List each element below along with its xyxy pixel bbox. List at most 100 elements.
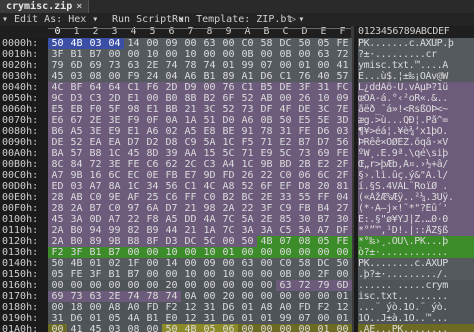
hex-byte-cell[interactable]: A8	[219, 181, 238, 192]
hex-byte-cell[interactable]: 64	[86, 82, 105, 93]
ascii-cell[interactable]: åëð_˜á»!<RsßOÞ<~	[358, 104, 474, 115]
hex-byte-cell[interactable]: A5	[162, 214, 181, 225]
hex-byte-cell[interactable]: BD	[276, 159, 295, 170]
hex-byte-cell[interactable]: 10	[143, 49, 162, 60]
tab-crymisc-zip[interactable]: crymisc.zip ×	[0, 0, 90, 13]
hex-byte-cell[interactable]: 10	[181, 269, 200, 280]
hex-byte-cell[interactable]: BA	[48, 148, 67, 159]
hex-byte-cell[interactable]: 01	[219, 247, 238, 258]
hex-byte-cell[interactable]: 62	[162, 159, 181, 170]
hex-byte-cell[interactable]: 00	[143, 93, 162, 104]
hex-byte-cell[interactable]: 9D	[200, 170, 219, 181]
hex-byte-cell[interactable]: 00	[143, 280, 162, 291]
hex-byte-cell[interactable]: 05	[105, 313, 124, 324]
hex-byte-cell[interactable]: 63	[238, 258, 257, 269]
hex-byte-cell[interactable]: 3F	[48, 49, 67, 60]
hex-byte-cell[interactable]: C1	[276, 71, 295, 82]
hex-byte-cell[interactable]: A7	[48, 170, 67, 181]
hex-byte-cell[interactable]: B1	[105, 269, 124, 280]
hex-byte-cell[interactable]: 6D	[333, 280, 352, 291]
hex-byte-cell[interactable]: B2	[219, 192, 238, 203]
hex-byte-cell[interactable]: 58	[257, 38, 276, 49]
hex-byte-cell[interactable]: 09	[333, 93, 352, 104]
hex-byte-cell[interactable]: 30	[295, 214, 314, 225]
hex-byte-cell[interactable]: C6	[143, 159, 162, 170]
ascii-cell[interactable]: .þ?±·........./.	[358, 269, 474, 280]
ascii-cell[interactable]: §›.lì.ûç.ý&"À.l/	[358, 170, 474, 181]
hex-byte-cell[interactable]: 00	[219, 280, 238, 291]
hex-byte-cell[interactable]: 00	[219, 38, 238, 49]
hex-byte-cell[interactable]: A5	[181, 126, 200, 137]
hex-byte-cell[interactable]: 01	[86, 258, 105, 269]
hex-byte-cell[interactable]: 63	[124, 60, 143, 71]
hex-byte-cell[interactable]: 94	[86, 225, 105, 236]
hex-byte-cell[interactable]: 98	[124, 104, 143, 115]
hex-byte-cell[interactable]: 00	[333, 247, 352, 258]
hex-byte-cell[interactable]: 3F	[67, 247, 86, 258]
hex-byte-cell[interactable]: B6	[48, 126, 67, 137]
hex-byte-cell[interactable]: E5	[48, 104, 67, 115]
hex-byte-cell[interactable]: BC	[238, 192, 257, 203]
hex-byte-cell[interactable]: 00	[276, 324, 295, 332]
hex-byte-cell[interactable]: 4A	[200, 214, 219, 225]
ascii-cell[interactable]: œÓÃ-á.°‹²oR«.&..	[358, 93, 474, 104]
hex-byte-cell[interactable]: 00	[276, 60, 295, 71]
hex-byte-cell[interactable]: 00	[181, 38, 200, 49]
hex-byte-cell[interactable]: 1C	[219, 137, 238, 148]
hex-byte-cell[interactable]: 45	[124, 148, 143, 159]
hex-byte-cell[interactable]: 50	[295, 38, 314, 49]
hex-byte-cell[interactable]: 0B	[276, 49, 295, 60]
hex-byte-cell[interactable]: E7	[181, 170, 200, 181]
hex-byte-cell[interactable]: 05	[48, 269, 67, 280]
hex-byte-cell[interactable]: 0A	[181, 291, 200, 302]
hex-byte-cell[interactable]: 78	[181, 60, 200, 71]
hex-byte-cell[interactable]: 78	[143, 291, 162, 302]
hex-byte-cell[interactable]: 28	[48, 192, 67, 203]
hex-byte-cell[interactable]: A8	[105, 302, 124, 313]
hex-byte-cell[interactable]: C0	[238, 38, 257, 49]
hex-byte-cell[interactable]: 07	[276, 236, 295, 247]
hex-byte-cell[interactable]: A5	[67, 126, 86, 137]
hex-byte-cell[interactable]: F2	[162, 302, 181, 313]
hex-byte-cell[interactable]: F0	[86, 104, 105, 115]
hex-byte-cell[interactable]: 00	[238, 324, 257, 332]
hex-byte-cell[interactable]: 73	[105, 60, 124, 71]
hex-byte-cell[interactable]: 7C	[219, 214, 238, 225]
run-template-dropdown[interactable]: Run Template: ZIP.bt ▾	[172, 13, 304, 26]
hex-byte-cell[interactable]: 00	[200, 291, 219, 302]
hex-byte-cell[interactable]: 22	[257, 170, 276, 181]
hex-byte-cell[interactable]: 5E	[314, 115, 333, 126]
hex-byte-cell[interactable]: 00	[143, 258, 162, 269]
hex-byte-cell[interactable]: 4B	[181, 324, 200, 332]
hex-byte-cell[interactable]: 03	[333, 126, 352, 137]
hex-byte-cell[interactable]: E5	[295, 115, 314, 126]
hex-byte-cell[interactable]: 2E	[257, 192, 276, 203]
hex-byte-cell[interactable]: 9E	[105, 192, 124, 203]
hex-byte-cell[interactable]: 50	[48, 258, 67, 269]
hex-byte-cell[interactable]: 91	[238, 126, 257, 137]
hex-byte-cell[interactable]: 00	[314, 60, 333, 71]
hex-byte-cell[interactable]: 2B	[295, 159, 314, 170]
hex-byte-cell[interactable]: 28	[48, 203, 67, 214]
hex-byte-cell[interactable]: 44	[162, 225, 181, 236]
hex-byte-cell[interactable]: 6F	[219, 93, 238, 104]
hex-byte-cell[interactable]: 00	[143, 324, 162, 332]
hex-byte-cell[interactable]: 27	[333, 203, 352, 214]
hex-byte-cell[interactable]: 05	[314, 38, 333, 49]
hex-byte-cell[interactable]: A7	[314, 225, 333, 236]
hex-byte-cell[interactable]: FB	[162, 170, 181, 181]
hex-byte-cell[interactable]: B7	[86, 203, 105, 214]
hex-byte-cell[interactable]: D3	[162, 236, 181, 247]
hex-byte-cell[interactable]: D2	[143, 137, 162, 148]
hex-byte-cell[interactable]: DE	[48, 137, 67, 148]
hex-byte-cell[interactable]: D9	[181, 82, 200, 93]
hex-byte-cell[interactable]: 4B	[67, 38, 86, 49]
hex-byte-cell[interactable]: 45	[48, 214, 67, 225]
hex-byte-cell[interactable]: 9C	[48, 93, 67, 104]
hex-byte-cell[interactable]: 0B	[276, 269, 295, 280]
hex-byte-cell[interactable]: 82	[124, 225, 143, 236]
hex-byte-cell[interactable]: 21	[181, 203, 200, 214]
hex-byte-cell[interactable]: FF	[181, 192, 200, 203]
hex-byte-cell[interactable]: 89	[86, 236, 105, 247]
hex-byte-cell[interactable]: 63	[86, 291, 105, 302]
